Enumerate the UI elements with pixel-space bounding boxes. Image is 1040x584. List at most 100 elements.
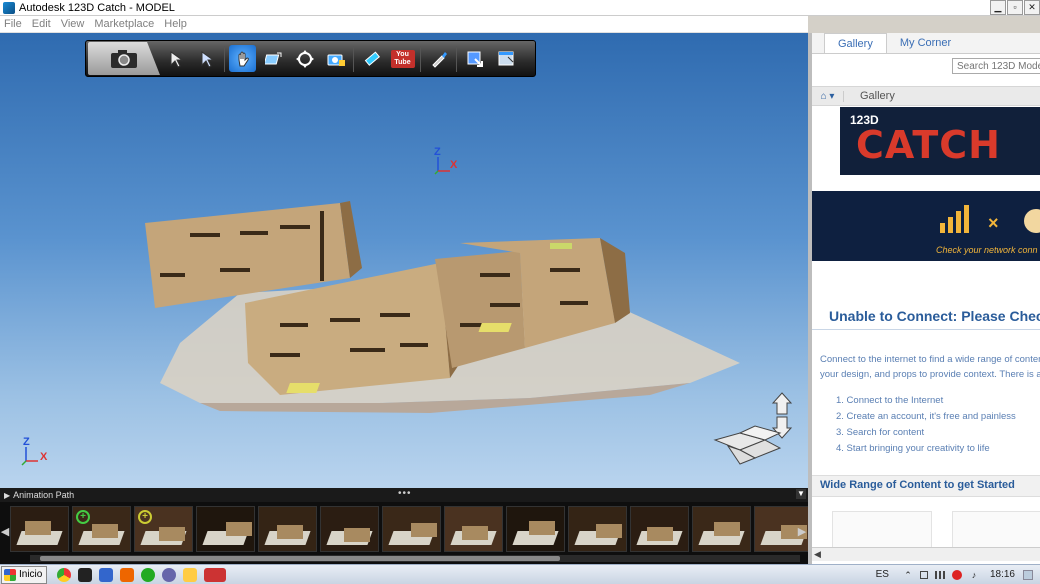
arrow-up-icon[interactable]: ⌃ [903, 570, 913, 580]
toolbar-separator [353, 45, 354, 72]
lasso-select-icon[interactable] [193, 45, 220, 72]
photo-thumbnail[interactable] [692, 506, 751, 552]
breadcrumb-gallery[interactable]: Gallery [844, 90, 895, 102]
camera-icon[interactable] [88, 42, 160, 75]
axis-z-label: Z [23, 436, 30, 448]
blender-icon[interactable] [99, 567, 114, 582]
app-icon [3, 1, 15, 14]
select-icon[interactable] [162, 45, 189, 72]
start-button[interactable]: Inicio [1, 565, 48, 584]
window-title: Autodesk 123D Catch - MODEL [19, 1, 175, 14]
explorer-icon[interactable] [183, 567, 198, 582]
photo-thumbnail[interactable] [382, 506, 441, 552]
strip-scroll-thumb[interactable] [40, 556, 560, 561]
photo-thumbnail[interactable] [506, 506, 565, 552]
inkscape-icon[interactable] [120, 567, 135, 582]
photo-thumbnail[interactable] [320, 506, 379, 552]
thumbnail-model [226, 522, 252, 536]
photo-thumbnail[interactable] [444, 506, 503, 552]
menu-edit[interactable]: Edit [32, 18, 51, 30]
paragraph-line-1: Connect to the internet to find a wide r… [820, 354, 1040, 365]
minimize-button[interactable]: ▁ [990, 0, 1006, 15]
menu-marketplace[interactable]: Marketplace [94, 18, 154, 30]
pan-icon[interactable] [229, 45, 256, 72]
content-placeholder[interactable] [952, 511, 1040, 551]
signal-icon[interactable] [934, 570, 945, 579]
svg-text:×: × [988, 213, 999, 233]
list-item: 3. Search for content [836, 427, 925, 438]
maximize-button[interactable]: ▫ [1007, 0, 1023, 15]
strip-scrollbar[interactable] [30, 555, 800, 562]
camera-lock-icon[interactable] [322, 45, 349, 72]
strip-next-button[interactable]: ▶ [797, 520, 807, 544]
3d-model[interactable] [130, 163, 750, 423]
connection-paragraph: Connect to the internet to find a wide r… [820, 352, 1040, 382]
menu-file[interactable]: File [4, 18, 22, 30]
search-row [812, 54, 1040, 82]
show-desktop-icon[interactable] [1023, 569, 1033, 580]
collapse-button[interactable]: ▼ [796, 489, 806, 499]
main-toolbar: You Tube [85, 40, 536, 77]
tab-my-corner[interactable]: My Corner [887, 33, 964, 53]
connection-heading: Unable to Connect: Please Chec [829, 308, 1040, 324]
thumbnail-model [92, 524, 118, 538]
youtube-icon[interactable]: You Tube [389, 45, 416, 72]
thumbnail-model [714, 522, 740, 536]
list-item: 2. Create an account, it's free and pain… [836, 411, 1016, 422]
photo-thumbnail[interactable]: + [72, 506, 131, 552]
paragraph-line-2: your design, and props to provide contex… [820, 369, 1040, 380]
youtube-label: You Tube [390, 49, 415, 68]
brush-icon[interactable] [425, 45, 452, 72]
menu-view[interactable]: View [61, 18, 85, 30]
photo-thumbnail[interactable] [258, 506, 317, 552]
photo-thumbnail[interactable] [568, 506, 627, 552]
battery-icon[interactable] [919, 570, 928, 579]
thumbnail-model [647, 527, 673, 541]
animation-path-header: ▶ Animation Path ••• ▼ [0, 488, 808, 502]
photo-thumbnail[interactable] [630, 506, 689, 552]
menu-help[interactable]: Help [164, 18, 187, 30]
chrome-icon[interactable] [57, 567, 72, 582]
scroll-left-icon[interactable]: ◀ [814, 549, 821, 560]
thumbnail-list: + + [10, 506, 816, 552]
home-icon[interactable]: ⌂ ▾ [812, 90, 844, 102]
model-viewport[interactable]: You Tube Z X Z X [0, 33, 808, 488]
tab-gallery[interactable]: Gallery [824, 33, 887, 53]
measure-icon[interactable] [358, 45, 385, 72]
thumbnail-model [159, 527, 185, 541]
volume-icon[interactable]: ♪ [969, 570, 979, 580]
orbit-icon[interactable] [260, 45, 287, 72]
add-badge-icon[interactable]: + [76, 510, 90, 524]
cmd-icon[interactable] [78, 567, 93, 582]
add-badge-icon[interactable]: + [138, 510, 152, 524]
toolbar-separator [420, 45, 421, 72]
panel-horizontal-scrollbar[interactable]: ◀ [812, 547, 1040, 561]
close-button[interactable]: ✕ [1024, 0, 1040, 15]
browser-icon[interactable] [162, 567, 177, 582]
thumbnail-model [529, 521, 555, 535]
expand-triangle-icon[interactable]: ▶ [4, 491, 10, 500]
strip-prev-button[interactable]: ◀ [0, 520, 10, 544]
axis-x-label: X [40, 451, 48, 463]
search-input[interactable] [952, 58, 1040, 74]
spotify-icon[interactable] [141, 567, 156, 582]
navigation-cube[interactable] [710, 388, 800, 468]
network-note: Check your network conn [936, 245, 1038, 255]
photo-thumbnail[interactable] [10, 506, 69, 552]
gallery-panel: Gallery My Corner ⌂ ▾ Gallery 123D CATCH… [812, 33, 1040, 564]
network-error-icon[interactable] [951, 569, 962, 580]
heading-divider [812, 329, 1040, 330]
resize-grip-icon[interactable]: ••• [398, 488, 412, 499]
navigate-icon[interactable] [291, 45, 318, 72]
photo-thumbnail[interactable] [196, 506, 255, 552]
taskbar: Inicio ES ⌃ ♪ 18:16 [0, 564, 1040, 584]
photo-thumbnail[interactable]: + [134, 506, 193, 552]
export-icon[interactable] [461, 45, 488, 72]
catch-icon[interactable] [204, 567, 227, 582]
photo-strip: ◀ + + ▶ [0, 502, 813, 564]
window-icon[interactable] [492, 45, 519, 72]
content-placeholder[interactable] [832, 511, 932, 551]
catch-banner: 123D CATCH [840, 107, 1040, 175]
language-indicator[interactable]: ES [876, 569, 889, 580]
animation-path-label: Animation Path [13, 490, 75, 500]
